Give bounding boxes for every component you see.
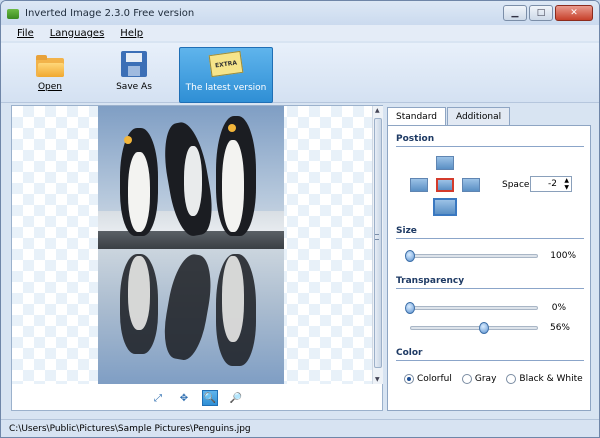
color-options: Colorful Gray Black & White [404, 374, 583, 384]
menu-bar: File Languages Help [1, 25, 599, 41]
app-window: Inverted Image 2.3.0 Free version ▁ □ ✕ … [0, 0, 600, 438]
move-button[interactable]: ✥ [176, 390, 192, 406]
scrollbar-thumb[interactable] [374, 118, 382, 368]
zoom-out-icon: 🔎 [229, 392, 243, 404]
zoom-toolbar: ⤢ ✥ 🔍 🔎 [12, 386, 382, 410]
save-as-label: Save As [116, 82, 152, 92]
color-divider [396, 360, 584, 361]
latest-version-button[interactable]: EXTRA The latest version [179, 47, 273, 103]
penguins-image [98, 106, 284, 384]
size-slider[interactable] [405, 250, 538, 262]
color-option-colorful[interactable]: Colorful [404, 374, 452, 384]
radio-gray-icon[interactable] [461, 374, 472, 384]
position-center-button[interactable] [436, 178, 454, 192]
tab-additional[interactable]: Additional [446, 107, 511, 125]
menu-languages[interactable]: Languages [50, 28, 105, 39]
open-button[interactable]: Open [21, 49, 79, 103]
radio-colorful-icon[interactable] [404, 374, 414, 384]
move-icon: ✥ [179, 392, 189, 404]
black-white-label: Black & White [519, 374, 583, 384]
transparency-value-2: 56% [549, 323, 570, 333]
fit-icon: ⤢ [154, 392, 162, 404]
transparency-divider [396, 288, 584, 289]
extra-card-icon: EXTRA [208, 49, 244, 78]
spin-arrows-icon[interactable]: ▲ ▼ [564, 177, 569, 191]
tab-standard[interactable]: Standard [387, 107, 446, 126]
space-stepper[interactable]: -2 ▲ ▼ [530, 176, 572, 192]
transparency-slider-2[interactable] [410, 322, 538, 334]
colorful-label: Colorful [417, 374, 452, 384]
position-left-button[interactable] [410, 178, 428, 192]
size-section-title: Size [396, 226, 417, 236]
zoom-in-button[interactable]: 🔍 [202, 390, 218, 406]
position-bottom-button[interactable] [433, 198, 457, 216]
menu-file[interactable]: File [17, 28, 34, 39]
transparency-slider-1[interactable] [405, 302, 538, 314]
radio-black-white-icon[interactable] [506, 374, 517, 384]
transparency-section-title: Transparency [396, 276, 465, 286]
toolbar: Open Save As EXTRA The latest version [1, 43, 599, 103]
color-option-black-white[interactable]: Black & White [506, 374, 583, 384]
settings-tabs: Standard Additional [387, 107, 511, 126]
folder-icon [36, 55, 64, 77]
fit-button[interactable]: ⤢ [150, 390, 166, 406]
app-icon [7, 9, 19, 19]
close-button[interactable]: ✕ [555, 5, 593, 21]
window-controls: ▁ □ ✕ [503, 5, 593, 21]
file-path: C:\Users\Public\Pictures\Sample Pictures… [9, 423, 251, 434]
transparency-slider-2-knob[interactable] [479, 322, 489, 334]
title-bar[interactable]: Inverted Image 2.3.0 Free version ▁ □ ✕ [1, 1, 599, 27]
color-section-title: Color [396, 348, 423, 358]
size-value: 100% [550, 251, 576, 261]
scroll-down-icon[interactable]: ▼ [375, 376, 380, 383]
preview-scrollbar[interactable]: ▲ ▼ [372, 106, 383, 384]
position-right-button[interactable] [462, 178, 480, 192]
standard-tab-content: Postion Space -2 ▲ ▼ Size 100% Transparen… [387, 125, 591, 411]
size-slider-knob[interactable] [405, 250, 415, 262]
scrollbar-grip-icon [375, 234, 379, 240]
scroll-up-icon[interactable]: ▲ [375, 107, 380, 114]
minimize-button[interactable]: ▁ [503, 5, 527, 21]
settings-panel: Standard Additional Postion Space -2 ▲ ▼ … [387, 105, 591, 411]
gray-label: Gray [474, 374, 497, 384]
position-section-title: Postion [396, 134, 435, 144]
save-as-button[interactable]: Save As [105, 49, 163, 103]
open-label: Open [37, 82, 63, 92]
transparency-slider-1-knob[interactable] [405, 302, 415, 314]
zoom-in-icon: 🔍 [203, 392, 217, 404]
menu-help[interactable]: Help [120, 28, 143, 39]
position-divider [396, 146, 584, 147]
maximize-button[interactable]: □ [529, 5, 553, 21]
window-title: Inverted Image 2.3.0 Free version [25, 8, 195, 19]
transparency-value-1: 0% [551, 303, 566, 313]
color-option-gray[interactable]: Gray [461, 374, 497, 384]
image-preview: ▲ ▼ ⤢ ✥ 🔍 🔎 [11, 105, 383, 411]
zoom-out-button[interactable]: 🔎 [228, 390, 244, 406]
latest-version-label: The latest version [185, 83, 267, 93]
status-bar: C:\Users\Public\Pictures\Sample Pictures… [1, 419, 599, 437]
floppy-disk-icon [121, 51, 147, 77]
size-divider [396, 238, 584, 239]
space-label: Space [502, 180, 530, 190]
position-top-button[interactable] [436, 156, 454, 170]
space-value: -2 [548, 179, 557, 189]
extra-card-text: EXTRA [208, 50, 244, 78]
